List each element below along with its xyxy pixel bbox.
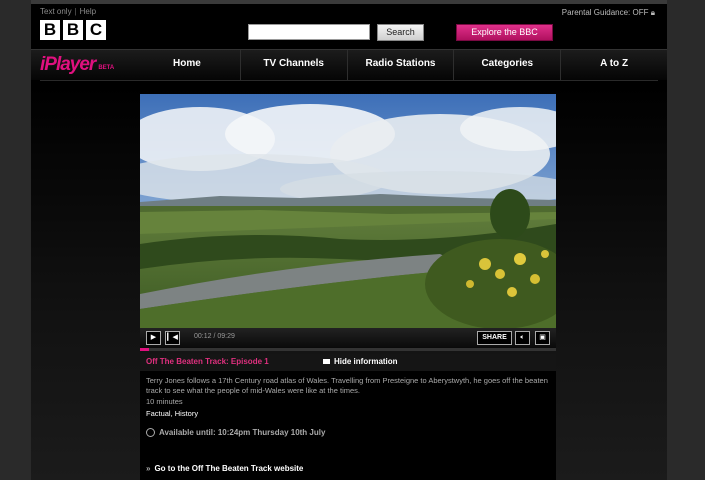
parental-guidance-toggle[interactable]: Parental Guidance: OFF 🔒︎	[562, 8, 655, 18]
popout-button[interactable]: ▣	[535, 331, 550, 345]
episode-title: Off The Beaten Track: Episode 1	[146, 357, 269, 366]
availability: Available until: 10:24pm Thursday 10th J…	[146, 428, 326, 438]
iplayer-logo[interactable]: iPlayer BETA	[40, 54, 115, 75]
playback-time: 00:12 / 09:29	[194, 333, 235, 340]
nav-home[interactable]: Home	[134, 50, 240, 80]
player-controls: ▶ ▎◀ 00:12 / 09:29 SHARE 🔈︎ ▣	[140, 328, 556, 348]
lock-icon: 🔒︎	[650, 8, 655, 17]
episode-description: Terry Jones follows a 17th Century road …	[146, 376, 548, 395]
clock-icon	[146, 428, 155, 438]
nav-categories[interactable]: Categories	[453, 50, 560, 80]
bbc-logo-letter: C	[86, 20, 106, 40]
info-header: Off The Beaten Track: Episode 1 Hide inf…	[140, 354, 556, 371]
left-margin	[0, 0, 31, 480]
beta-label: BETA	[98, 65, 115, 71]
progress-bar[interactable]	[140, 348, 556, 351]
skip-back-icon: ▎◀	[167, 334, 178, 341]
hide-information-button[interactable]: Hide information	[323, 357, 398, 366]
bbc-logo-letter: B	[40, 20, 60, 40]
right-margin	[667, 0, 705, 480]
minus-icon	[323, 359, 330, 365]
chevron-right-icon: »	[146, 464, 151, 473]
share-button[interactable]: SHARE	[477, 331, 512, 345]
divider	[40, 80, 658, 81]
parental-guidance-label: Parental Guidance: OFF	[561, 8, 649, 17]
hide-information-label: Hide information	[334, 357, 398, 366]
volume-button[interactable]: 🔈︎	[515, 331, 530, 345]
help-link[interactable]: Help	[80, 7, 96, 16]
text-only-link[interactable]: Text only	[40, 7, 72, 16]
volume-icon: 🔈︎	[520, 334, 525, 341]
video-frame[interactable]	[140, 94, 556, 328]
episode-duration: 10 minutes	[146, 397, 183, 406]
programme-website-link[interactable]: » Go to the Off The Beaten Track website	[146, 464, 303, 473]
main-nav: iPlayer BETA Home TV Channels Radio Stat…	[31, 49, 667, 80]
rewind-button[interactable]: ▎◀	[165, 331, 180, 345]
bbc-logo[interactable]: B B C	[40, 20, 106, 40]
programme-website-label: Go to the Off The Beaten Track website	[154, 464, 304, 473]
search-input[interactable]	[248, 24, 370, 40]
progress-fill	[140, 348, 149, 351]
play-icon: ▶	[150, 334, 157, 341]
explore-bbc-button[interactable]: Explore the BBC	[456, 24, 553, 41]
search-button[interactable]: Search	[377, 24, 424, 41]
programme-info: Off The Beaten Track: Episode 1 Hide inf…	[140, 354, 556, 480]
nav-a-to-z[interactable]: A to Z	[560, 50, 667, 80]
nav-tv-channels[interactable]: TV Channels	[239, 50, 347, 80]
iplayer-page: Text only | Help Parental Guidance: OFF 🔒︎…	[31, 4, 667, 480]
nav-radio-stations[interactable]: Radio Stations	[346, 50, 454, 80]
popout-icon: ▣	[539, 334, 546, 341]
iplayer-logo-text: iPlayer	[40, 54, 96, 75]
availability-text: Available until: 10:24pm Thursday 10th J…	[159, 428, 326, 437]
bbc-logo-letter: B	[63, 20, 83, 40]
top-links: Text only | Help	[40, 7, 97, 16]
play-button[interactable]: ▶	[146, 331, 161, 345]
episode-genre: Factual, History	[146, 409, 199, 418]
